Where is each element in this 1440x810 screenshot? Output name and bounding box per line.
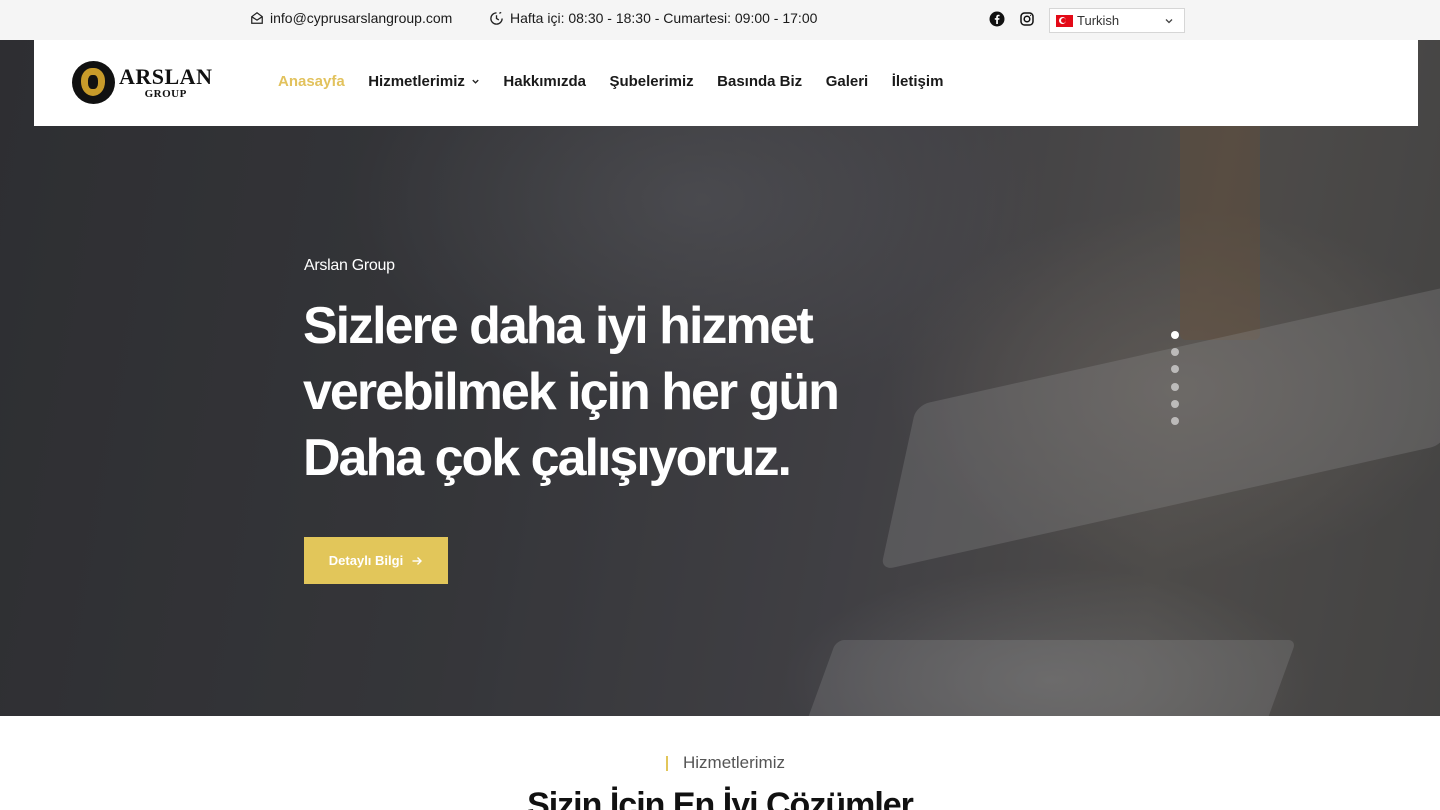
main-nav: Anasayfa Hizmetlerimiz Hakkımızda Şubele… — [278, 73, 967, 90]
email-link[interactable]: info@cyprusarslangroup.com — [270, 10, 452, 26]
nav-item-basinda-biz[interactable]: Basında Biz — [717, 73, 802, 90]
instagram-icon[interactable] — [1019, 11, 1035, 27]
nav-item-subelerimiz[interactable]: Şubelerimiz — [609, 73, 693, 90]
slide-dot-3[interactable] — [1171, 365, 1179, 374]
slider-pagination — [1171, 331, 1179, 425]
clock-icon — [490, 11, 503, 25]
nav-item-galeri[interactable]: Galeri — [826, 73, 869, 90]
logo-main-text: ARSLAN — [119, 63, 213, 89]
top-hours: Hafta içi: 08:30 - 18:30 - Cumartesi: 09… — [489, 10, 817, 26]
mail-icon — [251, 11, 263, 24]
slide-dot-2[interactable] — [1171, 348, 1179, 357]
logo-text: ARSLAN GROUP — [119, 63, 213, 100]
details-button[interactable]: Detaylı Bilgi — [304, 537, 448, 584]
main-header: ARSLAN GROUP Anasayfa Hizmetlerimiz Hakk… — [34, 40, 1418, 126]
nav-item-label: Hizmetlerimiz — [368, 73, 465, 90]
facebook-icon[interactable] — [989, 11, 1005, 27]
nav-item-anasayfa[interactable]: Anasayfa — [278, 73, 345, 90]
services-kicker: Hizmetlerimiz — [666, 753, 785, 773]
arrow-right-icon — [412, 556, 423, 565]
language-label: Turkish — [1077, 13, 1120, 28]
nav-item-hakkimizda[interactable]: Hakkımızda — [503, 73, 586, 90]
hero-title-line-3: Daha çok çalışıyoruz. — [303, 429, 792, 487]
language-select[interactable]: Turkish — [1049, 8, 1185, 33]
top-bar: info@cyprusarslangroup.com Hafta içi: 08… — [0, 0, 1440, 40]
turkey-flag-icon — [1056, 14, 1073, 27]
chevron-down-icon — [472, 79, 479, 84]
logo[interactable]: ARSLAN GROUP — [72, 61, 212, 104]
hero-title-line-2: verebilmek için her gün — [303, 363, 840, 421]
chevron-down-icon — [1165, 19, 1173, 24]
hours-text: Hafta içi: 08:30 - 18:30 - Cumartesi: 09… — [510, 10, 818, 26]
top-email[interactable]: info@cyprusarslangroup.com — [250, 10, 452, 26]
hero-title-line-1: Sizlere daha iyi hizmet — [303, 297, 814, 355]
slide-dot-4[interactable] — [1171, 382, 1179, 391]
kicker-accent-bar — [666, 755, 668, 771]
nav-item-hizmetlerimiz[interactable]: Hizmetlerimiz — [368, 73, 480, 90]
nav-item-iletisim[interactable]: İletişim — [892, 73, 944, 90]
slide-dot-6[interactable] — [1171, 416, 1179, 425]
services-title: Sizin İçin En İyi Çözümler — [527, 786, 914, 810]
slide-dot-5[interactable] — [1171, 399, 1179, 408]
hero-kicker: Arslan Group — [304, 257, 395, 274]
services-kicker-label: Hizmetlerimiz — [683, 753, 785, 772]
slide-dot-1[interactable] — [1171, 331, 1179, 339]
lion-logo-icon — [72, 61, 115, 104]
logo-sub-text: GROUP — [144, 87, 187, 100]
hero-title: Sizlere daha iyi hizmet verebilmek için … — [303, 293, 1003, 491]
details-button-label: Detaylı Bilgi — [328, 553, 404, 568]
